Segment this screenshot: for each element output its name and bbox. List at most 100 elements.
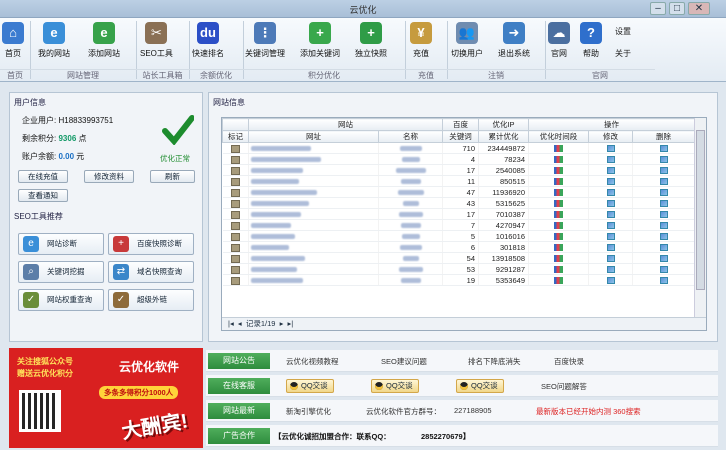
ribbon-help-button[interactable]: ? 帮助 (580, 20, 602, 64)
delete-icon[interactable] (659, 211, 668, 219)
news-item-1[interactable]: 新淘引擎优化 (286, 406, 331, 417)
edit-cell[interactable] (588, 197, 633, 209)
col-header-delete[interactable]: 删除 (631, 130, 696, 143)
edit-icon[interactable] (606, 145, 615, 153)
delete-icon[interactable] (659, 189, 668, 197)
chart-bar-icon[interactable] (554, 266, 563, 274)
next-page-button[interactable]: ▸ (280, 319, 284, 328)
opt-period-cell[interactable] (528, 263, 589, 275)
col-header-cumulative[interactable]: 累计优化 (478, 130, 529, 143)
delete-cell[interactable] (632, 164, 696, 176)
snapshot-query-button[interactable]: ⇄ 域名快照查询 (108, 261, 194, 283)
edit-cell[interactable] (588, 274, 633, 286)
table-row[interactable]: 43 5315625 (222, 197, 696, 209)
edit-cell[interactable] (588, 142, 633, 154)
delete-icon[interactable] (659, 277, 668, 285)
ribbon-my-sites-button[interactable]: e 我的网站 (38, 20, 70, 64)
ribbon-recharge-button[interactable]: ¥ 充值 (410, 20, 432, 64)
mark-checkbox-icon[interactable] (230, 144, 240, 153)
chart-bar-icon[interactable] (554, 277, 563, 285)
edit-icon[interactable] (606, 266, 615, 274)
edit-cell[interactable] (588, 208, 633, 220)
chart-bar-icon[interactable] (554, 156, 563, 164)
edit-cell[interactable] (588, 186, 633, 198)
mark-checkbox-icon[interactable] (230, 188, 240, 197)
mark-cell[interactable] (222, 252, 249, 264)
ribbon-add-keyword-button[interactable]: + 添加关键词 (300, 20, 340, 64)
qq-chat-button-2[interactable]: QQ交谈 (371, 379, 419, 393)
delete-icon[interactable] (659, 145, 668, 153)
settings-link[interactable]: 设置 (615, 26, 631, 37)
ribbon-keyword-manage-button[interactable]: ⋮ 关键词管理 (245, 20, 285, 64)
chart-bar-icon[interactable] (554, 244, 563, 252)
delete-cell[interactable] (632, 208, 696, 220)
view-notice-button[interactable]: 查看通知 (18, 189, 68, 202)
edit-cell[interactable] (588, 164, 633, 176)
delete-icon[interactable] (659, 200, 668, 208)
delete-icon[interactable] (659, 255, 668, 263)
opt-period-cell[interactable] (528, 241, 589, 253)
opt-period-cell[interactable] (528, 230, 589, 242)
ribbon-quick-rank-button[interactable]: du 快速排名 (192, 20, 224, 64)
minimize-button[interactable]: – (650, 2, 666, 15)
delete-icon[interactable] (659, 167, 668, 175)
col-header-url[interactable]: 网址 (248, 130, 379, 143)
edit-cell[interactable] (588, 219, 633, 231)
col-header-edit[interactable]: 修改 (588, 130, 633, 143)
mark-checkbox-icon[interactable] (230, 265, 240, 274)
first-page-button[interactable]: |◂ (228, 319, 234, 328)
ribbon-add-site-button[interactable]: e 添加网站 (88, 20, 120, 64)
chart-bar-icon[interactable] (554, 178, 563, 186)
delete-cell[interactable] (632, 186, 696, 198)
chart-bar-icon[interactable] (554, 211, 563, 219)
delete-cell[interactable] (632, 175, 696, 187)
edit-cell[interactable] (588, 252, 633, 264)
mark-cell[interactable] (222, 186, 249, 198)
weight-query-button[interactable]: ✓ 网站权重查询 (18, 289, 104, 311)
promo-banner[interactable]: 关注搜狐公众号 赠送云优化积分 云优化软件 多条多得积分1000人 大酬宾! (9, 348, 203, 448)
qq-chat-button-3[interactable]: QQ交谈 (456, 379, 504, 393)
snapshot-diagnose-button[interactable]: + 百度快照诊断 (108, 233, 194, 255)
chart-bar-icon[interactable] (554, 200, 563, 208)
edit-cell[interactable] (588, 241, 633, 253)
chart-bar-icon[interactable] (554, 189, 563, 197)
mark-cell[interactable] (222, 142, 249, 154)
prev-page-button[interactable]: ◂ (238, 319, 242, 328)
mark-checkbox-icon[interactable] (230, 232, 240, 241)
mark-cell[interactable] (222, 263, 249, 275)
table-row[interactable]: 53 9291287 (222, 263, 696, 275)
edit-icon[interactable] (606, 277, 615, 285)
table-row[interactable]: 54 13918508 (222, 252, 696, 264)
edit-profile-button[interactable]: 修改资料 (84, 170, 134, 183)
delete-cell[interactable] (632, 153, 696, 165)
site-diagnose-button[interactable]: e 网站诊断 (18, 233, 104, 255)
opt-period-cell[interactable] (528, 219, 589, 231)
edit-icon[interactable] (606, 189, 615, 197)
edit-cell[interactable] (588, 175, 633, 187)
table-row[interactable]: 4 78234 (222, 153, 696, 165)
edit-icon[interactable] (606, 178, 615, 186)
mark-checkbox-icon[interactable] (230, 243, 240, 252)
maximize-button[interactable]: □ (669, 2, 685, 15)
seo-issues-link[interactable]: SEO建议问题 (381, 356, 427, 367)
mark-cell[interactable] (222, 175, 249, 187)
delete-icon[interactable] (659, 156, 668, 164)
ribbon-snapshot-button[interactable]: + 独立快照 (355, 20, 387, 64)
opt-period-cell[interactable] (528, 164, 589, 176)
opt-period-cell[interactable] (528, 142, 589, 154)
edit-cell[interactable] (588, 263, 633, 275)
delete-cell[interactable] (632, 230, 696, 242)
chart-bar-icon[interactable] (554, 222, 563, 230)
chart-bar-icon[interactable] (554, 167, 563, 175)
table-row[interactable]: 47 11936920 (222, 186, 696, 198)
mark-cell[interactable] (222, 274, 249, 286)
delete-cell[interactable] (632, 274, 696, 286)
delete-cell[interactable] (632, 219, 696, 231)
refresh-button[interactable]: 刷新 (150, 170, 195, 183)
edit-icon[interactable] (606, 244, 615, 252)
edit-icon[interactable] (606, 200, 615, 208)
mark-checkbox-icon[interactable] (230, 210, 240, 219)
table-row[interactable]: 6 301818 (222, 241, 696, 253)
edit-icon[interactable] (606, 222, 615, 230)
edit-icon[interactable] (606, 211, 615, 219)
